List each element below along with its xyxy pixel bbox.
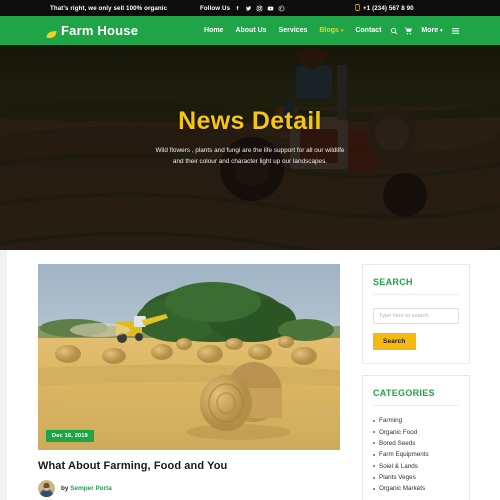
youtube-icon[interactable] — [267, 5, 274, 12]
bullet-icon — [373, 442, 375, 445]
list-item[interactable]: Plants Veges — [373, 472, 459, 483]
hero-text-block: News Detail Wild flowers , plants and fu… — [0, 45, 500, 250]
article-date-badge: Dec 16, 2019 — [46, 430, 94, 442]
search-widget-title: SEARCH — [373, 277, 413, 287]
social-follow-group: Follow Us — [200, 5, 285, 12]
phone-group[interactable]: +1 (234) 567 8 90 — [355, 3, 414, 13]
bullet-icon — [373, 431, 375, 434]
article-meta: by Semper Porta — [38, 480, 340, 497]
pinterest-icon[interactable] — [278, 5, 285, 12]
main-navbar: Farm House Home About Us Services Blogs ▾… — [0, 16, 500, 45]
chevron-down-icon: ▾ — [340, 27, 344, 34]
facebook-icon[interactable] — [234, 5, 241, 12]
avatar-image — [38, 480, 55, 497]
phone-number: +1 (234) 567 8 90 — [363, 4, 414, 12]
bullet-icon — [373, 465, 375, 468]
brand-logo[interactable]: Farm House — [46, 23, 138, 38]
category-label: Soiel & Lands — [379, 462, 418, 470]
phone-icon — [355, 3, 360, 13]
article-title[interactable]: What About Farming, Food and You — [38, 460, 340, 472]
nav-label: Blogs — [319, 27, 339, 34]
category-label: Organic Food — [379, 428, 418, 436]
divider — [373, 294, 459, 295]
follow-us-label: Follow Us — [200, 4, 231, 12]
category-label: Organic Markets — [379, 485, 426, 493]
list-item[interactable]: Organic Food — [373, 426, 459, 437]
categories-list: Farming Organic Food Bored Seeds Farm Eq… — [373, 415, 459, 495]
article-image-wrapper: Dec 16, 2019 — [38, 264, 340, 450]
article-card: Dec 16, 2019 What About Farming, Food an… — [38, 264, 340, 497]
nav-label: Home — [204, 27, 224, 34]
nav-label: Contact — [355, 27, 382, 34]
search-widget: SEARCH Search — [362, 264, 470, 364]
nav-label: More — [421, 27, 439, 34]
sidebar: SEARCH Search CATEGORIES Farming Organic… — [362, 264, 470, 500]
hero-subtitle-line-1: Wild flowers , plants and fungi are the … — [155, 147, 345, 154]
category-label: Plants Veges — [379, 474, 416, 482]
content-area: Dec 16, 2019 What About Farming, Food an… — [0, 250, 500, 500]
nav-links: Home About Us Services Blogs ▾ Contact Mo… — [198, 26, 463, 35]
page-root: That's right, we only sell 100% organic … — [0, 0, 500, 500]
bullet-icon — [373, 419, 375, 422]
tagline-text: That's right, we only sell 100% organic — [50, 4, 168, 12]
brand-name: Farm House — [61, 23, 139, 38]
search-icon[interactable] — [387, 27, 401, 35]
list-item[interactable]: Bored Seeds — [373, 438, 459, 449]
bullet-icon — [373, 453, 375, 456]
nav-item-about-us[interactable]: About Us — [229, 27, 272, 34]
leaf-icon — [46, 26, 57, 38]
nav-label: Services — [278, 27, 308, 34]
avatar — [38, 480, 55, 497]
author-name[interactable]: Semper Porta — [70, 485, 112, 492]
twitter-icon[interactable] — [245, 5, 252, 12]
categories-widget-title: CATEGORIES — [373, 388, 435, 398]
nav-item-contact[interactable]: Contact — [349, 27, 387, 34]
category-label: Bored Seeds — [379, 439, 416, 447]
nav-label: About Us — [235, 27, 267, 34]
article-byline: by Semper Porta — [61, 485, 112, 492]
hero-subtitle-line-2: and their colour and character light up … — [172, 158, 328, 166]
search-button[interactable]: Search — [373, 333, 416, 350]
left-edge-strip — [0, 250, 7, 500]
hero-subtitle: Wild flowers , plants and fungi are the … — [156, 145, 345, 167]
hero-banner: News Detail Wild flowers , plants and fu… — [0, 45, 500, 250]
top-bar: That's right, we only sell 100% organic … — [0, 0, 500, 16]
nav-item-more[interactable]: More ▾ — [415, 27, 448, 34]
list-item[interactable]: Farming — [373, 415, 459, 426]
search-input[interactable] — [373, 308, 459, 324]
list-item[interactable]: Farm Equipments — [373, 449, 459, 460]
bullet-icon — [373, 476, 375, 479]
list-item[interactable]: Organic Markets — [373, 483, 459, 494]
cart-icon[interactable] — [401, 26, 415, 35]
article-featured-image — [38, 264, 340, 450]
nav-item-home[interactable]: Home — [198, 27, 229, 34]
hamburger-menu-icon[interactable] — [449, 27, 463, 35]
nav-item-blogs[interactable]: Blogs ▾ — [313, 27, 349, 34]
page-title: News Detail — [178, 107, 322, 135]
categories-widget: CATEGORIES Farming Organic Food Bored Se… — [362, 375, 470, 500]
divider — [373, 405, 459, 406]
bullet-icon — [373, 487, 375, 490]
by-label: by — [61, 485, 69, 492]
instagram-icon[interactable] — [256, 5, 263, 12]
list-item[interactable]: Soiel & Lands — [373, 461, 459, 472]
chevron-down-icon: ▾ — [440, 27, 443, 34]
category-label: Farming — [379, 417, 403, 425]
nav-item-services[interactable]: Services — [273, 27, 314, 34]
category-label: Farm Equipments — [379, 451, 429, 459]
